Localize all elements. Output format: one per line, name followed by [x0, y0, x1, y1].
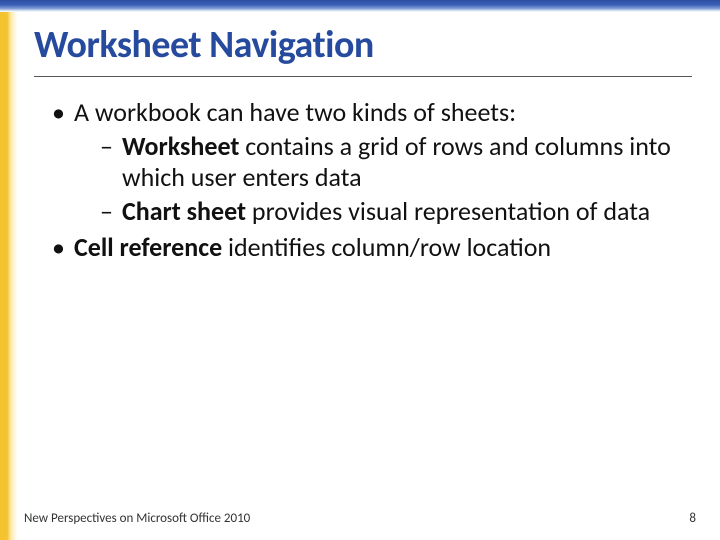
bullet-item: Cell reference identifies column/row loc…: [52, 232, 692, 264]
left-accent-bar: [0, 0, 18, 540]
body-text: A workbook can have two kinds of sheets:…: [34, 97, 692, 264]
footer: New Perspectives on Microsoft Office 201…: [24, 511, 696, 526]
bullet-rest: identifies column/row location: [222, 231, 551, 263]
slide-content: Worksheet Navigation A workbook can have…: [34, 22, 692, 516]
bullet-list: A workbook can have two kinds of sheets:…: [34, 97, 692, 264]
sub-item: Chart sheet provides visual representati…: [100, 196, 692, 228]
sub-bold: Chart sheet: [122, 195, 246, 227]
slide-title: Worksheet Navigation: [34, 22, 692, 74]
bullet-text: A workbook can have two kinds of sheets:: [74, 96, 516, 128]
title-rule: [34, 76, 692, 77]
top-accent-bar: [0, 0, 720, 12]
bullet-bold: Cell reference: [74, 231, 222, 263]
bullet-item: A workbook can have two kinds of sheets:…: [52, 97, 692, 228]
footer-left: New Perspectives on Microsoft Office 201…: [24, 511, 250, 526]
sub-list: Worksheet contains a grid of rows and co…: [74, 131, 692, 228]
sub-rest: provides visual representation of data: [246, 195, 650, 227]
sub-item: Worksheet contains a grid of rows and co…: [100, 131, 692, 194]
page-number: 8: [689, 511, 696, 526]
sub-bold: Worksheet: [122, 130, 239, 162]
